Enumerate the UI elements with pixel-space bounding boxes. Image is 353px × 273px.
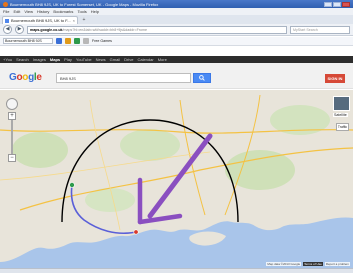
route-end-marker[interactable] <box>133 229 139 235</box>
status-bar <box>0 268 353 273</box>
url-bar[interactable]: maps.google.co.uk /maps?hl=en&tab=wl#!sa… <box>27 25 287 34</box>
google-logo[interactable]: Google <box>9 72 42 83</box>
gbar-play[interactable]: Play <box>64 57 72 62</box>
green-area <box>120 129 180 161</box>
sign-in-button[interactable]: SIGN IN <box>325 74 345 83</box>
maps-favicon-icon <box>5 18 9 23</box>
gbar-gmail[interactable]: Gmail <box>110 57 120 62</box>
toolbar-icon-1[interactable] <box>56 38 62 44</box>
map-canvas[interactable]: + − Satellite Traffic Map data ©2013 Goo… <box>0 90 353 268</box>
tab-label: Bournemouth BH8 9JS, UK to F... <box>11 18 71 23</box>
maps-search-input[interactable]: BH8 9JS <box>56 73 191 83</box>
bookmark-search-field[interactable]: Bournemouth BH8 9JS <box>3 38 53 44</box>
bookmarks-toolbar: Bournemouth BH8 9JS Free Games <box>0 37 353 46</box>
pan-control[interactable] <box>6 98 18 110</box>
url-path: /maps?hl=en&tab=wl#!saddr=bh8+9js&daddr=… <box>62 27 147 32</box>
bookmark-free-games[interactable]: Free Games <box>92 39 112 43</box>
gbar-more[interactable]: More <box>158 57 167 62</box>
search-icon <box>199 75 205 81</box>
maps-search-button[interactable] <box>193 73 211 83</box>
gbar-you[interactable]: +You <box>3 57 12 62</box>
menu-bar: File Edit View History Bookmarks Tools H… <box>0 8 353 15</box>
toolbar-icon-3[interactable] <box>74 38 80 44</box>
window-title: Bournemouth BH8 9JS, UK to Forest Somers… <box>10 1 159 7</box>
firefox-icon <box>3 1 8 7</box>
map-graphics <box>0 90 353 268</box>
menu-history[interactable]: History <box>37 9 49 14</box>
tab-google-maps[interactable]: Bournemouth BH8 9JS, UK to F... × <box>2 16 78 24</box>
menu-bookmarks[interactable]: Bookmarks <box>53 9 73 14</box>
gbar-youtube[interactable]: YouTube <box>76 57 92 62</box>
google-bar: +You Search Images Maps Play YouTube New… <box>0 56 353 63</box>
navigation-bar: ◀ ▶ maps.google.co.uk /maps?hl=en&tab=wl… <box>0 24 353 36</box>
url-domain: maps.google.co.uk <box>30 27 63 32</box>
toolbar-icon-4[interactable] <box>83 38 89 44</box>
tab-close-icon[interactable]: × <box>73 18 75 23</box>
terms-link[interactable]: Terms of Use <box>303 262 323 266</box>
gbar-news[interactable]: News <box>96 57 106 62</box>
zoom-out-button[interactable]: − <box>8 154 16 162</box>
gbar-drive[interactable]: Drive <box>124 57 133 62</box>
map-data-credit: Map data ©2013 Google <box>266 262 302 266</box>
browser-search-input[interactable]: MyStart Search <box>290 25 350 34</box>
zoom-control: + − <box>6 98 18 162</box>
menu-help[interactable]: Help <box>91 9 99 14</box>
window-titlebar: Bournemouth BH8 9JS, UK to Forest Somers… <box>0 0 353 8</box>
gbar-maps[interactable]: Maps <box>50 57 60 62</box>
gbar-images[interactable]: Images <box>33 57 46 62</box>
report-problem-link[interactable]: Report a problem <box>324 262 350 266</box>
green-area <box>12 132 68 168</box>
satellite-thumbnail[interactable] <box>333 96 350 111</box>
satellite-label[interactable]: Satellite <box>333 113 348 117</box>
forward-button[interactable]: ▶ <box>15 25 24 34</box>
maximize-button[interactable] <box>333 1 341 7</box>
logo-letter: e <box>36 72 42 83</box>
back-button[interactable]: ◀ <box>3 25 12 34</box>
route-start-marker[interactable] <box>69 182 75 188</box>
google-header: Google BH8 9JS SIGN IN <box>0 63 353 89</box>
menu-edit[interactable]: Edit <box>13 9 20 14</box>
gbar-calendar[interactable]: Calendar <box>137 57 153 62</box>
zoom-in-button[interactable]: + <box>8 112 16 120</box>
zoom-slider[interactable] <box>11 120 13 154</box>
map-attribution: Map data ©2013 Google Terms of Use Repor… <box>266 262 350 266</box>
menu-tools[interactable]: Tools <box>77 9 86 14</box>
window-controls <box>324 1 350 7</box>
close-button[interactable] <box>342 1 350 7</box>
new-tab-button[interactable]: + <box>80 17 88 24</box>
minimize-button[interactable] <box>324 1 332 7</box>
menu-view[interactable]: View <box>24 9 33 14</box>
toolbar-icon-2[interactable] <box>65 38 71 44</box>
green-area <box>225 150 295 190</box>
traffic-button[interactable]: Traffic <box>336 123 349 131</box>
menu-file[interactable]: File <box>3 9 9 14</box>
gbar-search[interactable]: Search <box>16 57 29 62</box>
tab-bar: Bournemouth BH8 9JS, UK to F... × + <box>0 15 353 24</box>
